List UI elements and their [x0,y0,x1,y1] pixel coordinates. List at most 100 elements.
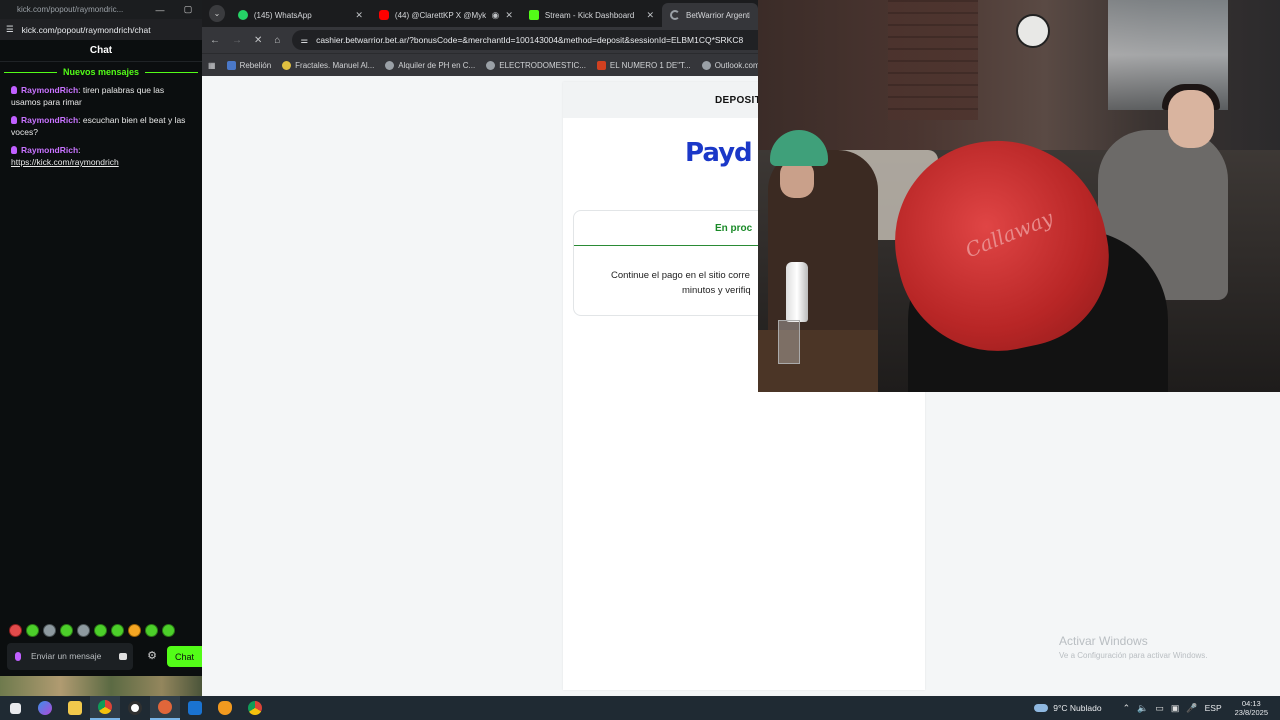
forward-icon[interactable]: → [232,35,242,46]
microphone-badge-icon [11,116,17,124]
battery-icon[interactable]: ▭ [1155,703,1164,714]
minimize-icon[interactable]: — [146,5,174,15]
whatsapp-favicon-icon [237,10,248,20]
cloud-icon [1034,704,1049,712]
cam-bottle [786,262,808,322]
bookmark-item[interactable]: Rebelión [226,60,272,70]
microphone-badge-icon [11,146,17,154]
taskbar-chrome-2[interactable] [240,696,270,720]
chat-popup-window: kick.com/popout/raymondric... — ▢ ☰ kick… [0,0,202,696]
clock-date: 23/8/2025 [1234,708,1268,717]
tab-label: Stream - Kick Dashboard [544,10,635,20]
tab-search-icon[interactable]: ⌄ [209,5,225,22]
taskbar-chrome[interactable] [90,696,120,720]
desktop-wallpaper [0,676,202,696]
emote-icon[interactable] [9,624,22,637]
windows-activation-watermark: Activar Windows Ve a Configuración para … [1059,634,1208,660]
chat-window-title: kick.com/popout/raymondric... [17,5,124,14]
network-icon[interactable]: ▣ [1171,703,1180,714]
emote-icon[interactable] [111,624,124,637]
tune-icon[interactable]: ☰ [6,24,14,35]
chat-input-placeholder: Enviar un mensaje [31,651,102,661]
bookmark-favicon-icon [282,60,292,70]
bookmark-item[interactable]: EL NUMERO 1 DE"T... [596,60,691,70]
close-tab-icon[interactable]: ✕ [646,10,654,21]
bookmark-item[interactable]: Alquiler de PH en C... [385,60,476,70]
bookmark-item[interactable]: Fractales. Manuel Al... [282,60,374,70]
globe-icon [385,60,395,70]
bookmarks-bar: ▦ Rebelión Fractales. Manuel Al... Alqui… [202,53,758,76]
taskbar-file-explorer[interactable] [60,696,90,720]
maximize-icon[interactable]: ▢ [174,4,202,15]
start-button[interactable] [0,696,30,720]
tab-kick-dashboard[interactable]: Stream - Kick Dashboard ✕ [521,3,662,27]
tab-whatsapp[interactable]: (145) WhatsApp ✕ [230,3,371,27]
microphone-icon [15,652,21,661]
back-icon[interactable]: ← [210,35,220,46]
taskbar-copilot[interactable] [30,696,60,720]
close-tab-icon[interactable]: ✕ [355,10,363,21]
audio-icon[interactable]: ◉ [492,10,500,21]
send-chat-button[interactable]: Chat [167,646,202,667]
emote-icon[interactable] [145,624,158,637]
divider-line [4,71,57,73]
bookmark-label: Rebelión [239,60,272,70]
chat-username[interactable]: RaymondRich [21,115,78,125]
emote-icon[interactable] [77,624,90,637]
bookmark-label: Alquiler de PH en C... [398,60,476,70]
emote-icon[interactable] [43,624,56,637]
volume-icon[interactable]: 🔈 [1137,703,1148,714]
tab-youtube[interactable]: (44) @ClarettKP X @Myke ◉ ✕ [371,3,521,27]
taskbar-recorder[interactable] [120,696,150,720]
new-messages-divider[interactable]: Nuevos mensajes [0,62,202,82]
home-icon[interactable]: ⌂ [274,35,280,46]
cam-brick-wall [888,0,978,120]
outlook-icon [188,701,202,715]
clock-time: 04:13 [1241,699,1261,708]
chevron-up-icon[interactable]: ⌃ [1123,703,1131,714]
divider-line [145,71,199,73]
chat-username[interactable]: RaymondRich [21,85,78,95]
emote-icon[interactable] [94,624,107,637]
address-bar[interactable]: ⚌ cashier.betwarrior.bet.ar/?bonusCode=&… [292,30,758,50]
globe-icon [701,60,711,70]
emote-icon[interactable] [26,624,39,637]
bookmark-item[interactable]: Outlook.com - carol... [701,60,758,70]
chrome-icon [248,701,262,715]
watermark-subtitle: Ve a Configuración para activar Windows. [1059,651,1208,660]
chat-message-input[interactable]: Enviar un mensaje [7,643,133,670]
globe-icon [486,60,496,70]
chat-link[interactable]: https://kick.com/raymondrich [11,157,119,167]
emote-icon[interactable] [162,624,175,637]
gear-icon[interactable]: ⚙ [146,650,158,662]
chat-text: : [78,145,81,155]
tab-label: (44) @ClarettKP X @Myke [394,10,486,20]
apps-grid-icon[interactable]: ▦ [208,61,216,70]
address-bar-url: cashier.betwarrior.bet.ar/?bonusCode=&me… [316,35,744,45]
taskbar-fl-studio[interactable] [210,696,240,720]
site-info-icon[interactable]: ⚌ [300,35,308,46]
fruity-icon [218,701,232,715]
bookmark-label: EL NUMERO 1 DE"T... [609,60,691,70]
chat-username[interactable]: RaymondRich [21,145,78,155]
windows-logo-icon [9,702,21,714]
microphone-icon[interactable]: 🎤 [1186,703,1197,714]
youtube-favicon-icon [378,10,389,20]
watermark-title: Activar Windows [1059,634,1148,648]
tab-betwarrior[interactable]: BetWarrior Argentin [661,3,758,27]
taskbar-clock[interactable]: 04:13 23/8/2025 [1235,699,1268,717]
emote-icon[interactable] [60,624,73,637]
emoji-picker-icon[interactable] [119,653,127,660]
chat-window-titlebar: kick.com/popout/raymondric... — ▢ [0,0,202,19]
weather-widget[interactable]: 9°C Nublado [1034,703,1102,713]
kick-favicon-icon [528,10,539,20]
language-indicator[interactable]: ESP [1205,703,1222,713]
obs-icon [158,700,172,714]
taskbar-obs[interactable] [150,696,180,720]
taskbar-outlook[interactable] [180,696,210,720]
cam-person-right-face [1168,90,1214,148]
emote-icon[interactable] [128,624,141,637]
bookmark-item[interactable]: ELECTRODOMESTIC... [486,60,586,70]
close-tab-icon[interactable]: ✕ [505,10,513,21]
stop-loading-icon[interactable]: ✕ [254,35,262,46]
